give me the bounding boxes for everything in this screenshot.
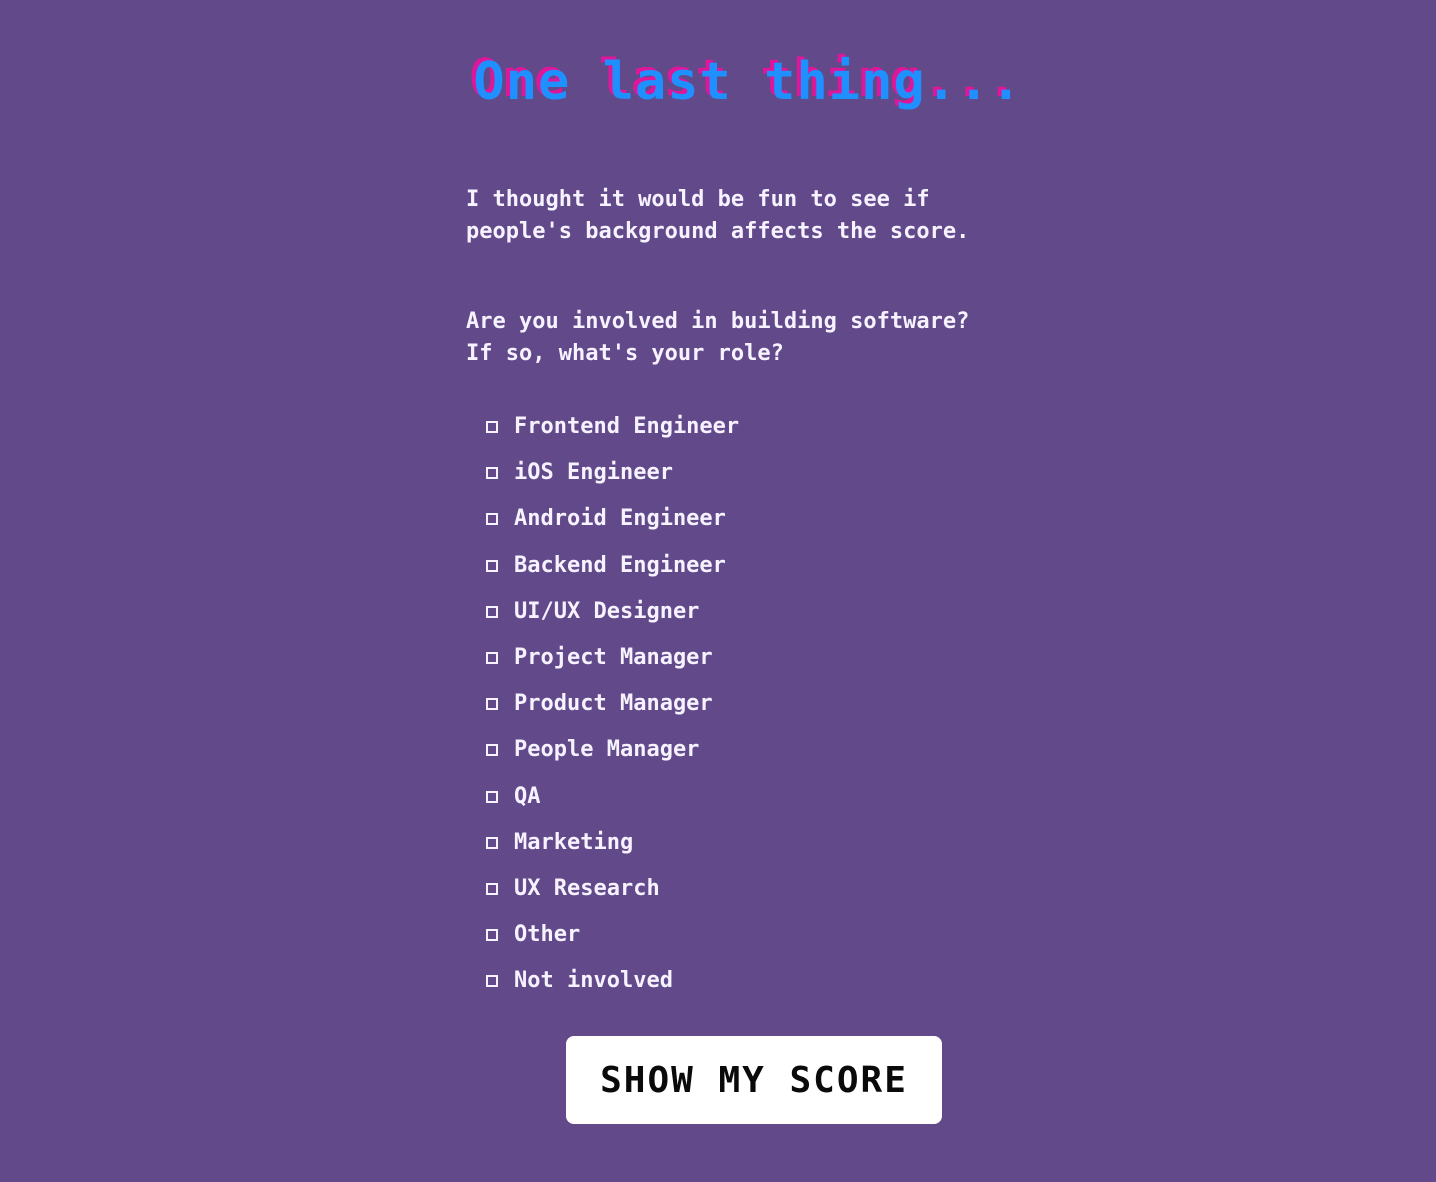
- checkbox[interactable]: [486, 421, 498, 434]
- role-option-label: UI/UX Designer: [514, 598, 700, 624]
- role-option-label: UX Research: [514, 875, 660, 901]
- checkbox[interactable]: [486, 882, 498, 895]
- role-option-marketing[interactable]: Marketing: [486, 820, 739, 866]
- checkbox[interactable]: [486, 744, 498, 757]
- role-option-label: Not involved: [514, 968, 673, 994]
- checkbox[interactable]: [486, 836, 498, 849]
- role-option-frontend-engineer[interactable]: Frontend Engineer: [486, 404, 739, 450]
- checkbox[interactable]: [486, 605, 498, 618]
- role-option-label: Marketing: [514, 829, 634, 855]
- role-options-list: Frontend Engineer iOS Engineer Android E…: [486, 404, 739, 1004]
- page-title: One last thing...: [473, 52, 1023, 112]
- role-option-label: QA: [514, 783, 541, 809]
- checkbox[interactable]: [486, 790, 498, 803]
- checkbox[interactable]: [486, 975, 498, 988]
- checkbox[interactable]: [486, 559, 498, 572]
- role-question: Are you involved in building software? I…: [466, 306, 1066, 370]
- role-option-label: Backend Engineer: [514, 552, 726, 578]
- role-option-project-manager[interactable]: Project Manager: [486, 635, 739, 681]
- role-option-product-manager[interactable]: Product Manager: [486, 681, 739, 727]
- role-option-backend-engineer[interactable]: Backend Engineer: [486, 543, 739, 589]
- survey-page: One last thing... I thought it would be …: [0, 0, 1436, 1182]
- role-option-ux-research[interactable]: UX Research: [486, 866, 739, 912]
- role-option-label: Project Manager: [514, 645, 713, 671]
- role-option-label: Frontend Engineer: [514, 414, 740, 440]
- intro-line-1: I thought it would be fun to see if: [466, 187, 930, 212]
- checkbox[interactable]: [486, 467, 498, 480]
- role-option-people-manager[interactable]: People Manager: [486, 727, 739, 773]
- question-line-1: Are you involved in building software?: [466, 309, 970, 334]
- role-option-ui-ux-designer[interactable]: UI/UX Designer: [486, 589, 739, 635]
- role-option-label: Other: [514, 922, 581, 948]
- role-option-label: Android Engineer: [514, 506, 726, 532]
- question-line-2: If so, what's your role?: [466, 341, 784, 366]
- role-option-ios-engineer[interactable]: iOS Engineer: [486, 450, 739, 496]
- checkbox[interactable]: [486, 698, 498, 711]
- intro-text: I thought it would be fun to see if peop…: [466, 184, 1066, 248]
- checkbox[interactable]: [486, 929, 498, 942]
- role-option-label: Product Manager: [514, 691, 713, 717]
- role-option-not-involved[interactable]: Not involved: [486, 958, 739, 1004]
- show-score-button[interactable]: SHOW MY SCORE: [566, 1036, 942, 1124]
- role-option-other[interactable]: Other: [486, 912, 739, 958]
- role-option-label: iOS Engineer: [514, 460, 673, 486]
- role-option-qa[interactable]: QA: [486, 774, 739, 820]
- checkbox[interactable]: [486, 513, 498, 526]
- checkbox[interactable]: [486, 652, 498, 665]
- role-option-label: People Manager: [514, 737, 700, 763]
- intro-line-2: people's background affects the score.: [466, 219, 970, 244]
- role-option-android-engineer[interactable]: Android Engineer: [486, 496, 739, 542]
